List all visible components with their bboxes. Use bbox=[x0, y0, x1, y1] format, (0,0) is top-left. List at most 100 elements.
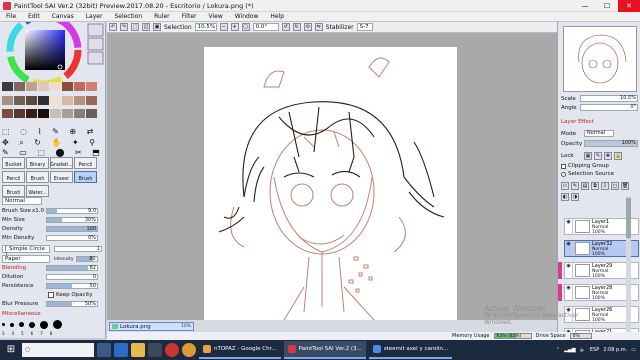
menu-selection[interactable]: Selection bbox=[108, 13, 148, 20]
color-wheel[interactable] bbox=[0, 22, 106, 82]
color-swatch[interactable] bbox=[14, 95, 25, 105]
language-indicator[interactable]: ESP bbox=[590, 347, 599, 353]
tray-chevron-icon[interactable]: ⌃ bbox=[556, 347, 560, 353]
task-view-icon[interactable] bbox=[97, 343, 111, 357]
draw-tools-row[interactable]: ✎ ▭ ⬚ ⬤ ✂ ⬒ bbox=[2, 148, 104, 157]
new-folder-icon[interactable]: ▤ bbox=[581, 182, 589, 190]
media-player-icon[interactable] bbox=[165, 343, 179, 357]
color-swatch[interactable] bbox=[62, 109, 73, 119]
layer-list-scrollbar[interactable] bbox=[626, 196, 631, 338]
zoom-in-icon[interactable]: + bbox=[230, 23, 239, 31]
color-swatch[interactable] bbox=[62, 82, 73, 91]
layer-mode-select[interactable]: Normal bbox=[584, 130, 614, 137]
brush-shape-slider[interactable]: 1 bbox=[54, 246, 102, 252]
file-explorer-icon[interactable] bbox=[131, 343, 145, 357]
brush-water[interactable]: Water... bbox=[26, 185, 49, 197]
taskbar-task[interactable]: steemit axel y carolin... bbox=[368, 341, 453, 359]
size-preset-dot[interactable] bbox=[19, 322, 24, 327]
size-preset-dot[interactable] bbox=[29, 321, 35, 328]
minimize-button[interactable]: — bbox=[574, 0, 596, 12]
visibility-eye-icon[interactable]: ◉ bbox=[565, 241, 573, 256]
undo-icon[interactable]: ↶ bbox=[109, 23, 117, 31]
color-swatch[interactable] bbox=[86, 95, 97, 105]
min-size-slider[interactable]: 30% bbox=[46, 217, 98, 223]
layer-mask-icon[interactable]: ◐ bbox=[561, 193, 569, 201]
menu-ruler[interactable]: Ruler bbox=[148, 13, 176, 20]
color-swatch[interactable] bbox=[38, 82, 49, 91]
select-all-icon[interactable]: ◫ bbox=[142, 23, 150, 31]
brush-size-slider[interactable]: 9.0 bbox=[46, 208, 98, 214]
visibility-eye-icon[interactable]: ◉ bbox=[565, 285, 573, 300]
blending-slider[interactable]: 82 bbox=[46, 265, 98, 271]
miscellaneous-section-header[interactable]: Miscellaneous bbox=[2, 311, 41, 317]
brush-shape-select[interactable]: [ Simple Circle ] bbox=[2, 245, 50, 258]
color-swatch[interactable] bbox=[14, 109, 25, 119]
rotate-left-icon[interactable]: ↺ bbox=[281, 23, 290, 31]
menu-canvas[interactable]: Canvas bbox=[46, 13, 80, 20]
layer-scroll-thumb[interactable] bbox=[626, 198, 631, 238]
color-swatch[interactable] bbox=[86, 82, 97, 91]
color-swatch[interactable] bbox=[74, 95, 85, 105]
color-swatch[interactable] bbox=[74, 109, 85, 119]
taskbar-search-box[interactable] bbox=[22, 343, 94, 357]
menu-filter[interactable]: Filter bbox=[176, 13, 203, 20]
brush-pencil[interactable]: Pencil bbox=[2, 171, 25, 183]
close-button[interactable]: ✕ bbox=[618, 0, 640, 12]
copy-layer-icon[interactable]: ⧉ bbox=[591, 182, 599, 190]
new-linework-layer-icon[interactable]: ✎ bbox=[571, 182, 579, 190]
taskbar-task[interactable]: PaintTool SAI Ver.2 (3... bbox=[283, 341, 366, 359]
new-layer-icon[interactable]: ▭ bbox=[561, 182, 569, 190]
opacity-slider[interactable]: 100% bbox=[584, 140, 638, 147]
lock-move-icon[interactable]: ✥ bbox=[604, 152, 612, 160]
network-icon[interactable]: ▂▄▆ bbox=[564, 347, 576, 353]
color-swatch[interactable] bbox=[38, 95, 49, 105]
stabilizer-select[interactable]: S-7 bbox=[356, 23, 373, 31]
color-swatch[interactable] bbox=[38, 109, 49, 119]
color-swatch[interactable] bbox=[62, 95, 73, 105]
navigator-preview[interactable] bbox=[563, 26, 637, 92]
view-tools-row[interactable]: ✥ ⌕ ↻ ✋ ✦ ⚲ bbox=[2, 138, 99, 148]
keep-opacity-checkbox[interactable] bbox=[48, 292, 54, 298]
apply-mask-icon[interactable]: ◑ bbox=[571, 193, 579, 201]
brush-binary[interactable]: Binary bbox=[26, 157, 49, 169]
blending-section-header[interactable]: Blending bbox=[2, 265, 46, 271]
edge-browser-icon[interactable] bbox=[114, 343, 128, 357]
min-density-slider[interactable]: 0% bbox=[46, 235, 98, 241]
rotate-reset-icon[interactable]: ⟲ bbox=[303, 23, 312, 31]
canvas-workspace[interactable] bbox=[107, 33, 557, 321]
color-swatch[interactable] bbox=[14, 82, 25, 91]
document-tab[interactable]: Lokura.png 10% bbox=[109, 322, 194, 331]
color-swatch[interactable] bbox=[50, 95, 61, 105]
menu-help[interactable]: Help bbox=[264, 13, 290, 20]
selection-source-checkbox[interactable] bbox=[561, 171, 566, 177]
color-swatch[interactable] bbox=[26, 95, 37, 105]
menu-file[interactable]: File bbox=[0, 13, 22, 20]
blur-pressure-slider[interactable]: 50% bbox=[46, 301, 98, 307]
brush-size-presets[interactable] bbox=[2, 320, 62, 329]
color-swatches[interactable] bbox=[2, 82, 102, 122]
lock-all-icon[interactable]: 🔒 bbox=[614, 152, 622, 160]
brush-brush-selected[interactable]: Brush bbox=[74, 171, 97, 183]
clipping-group-checkbox[interactable] bbox=[561, 163, 566, 169]
angle-slider[interactable]: 0° bbox=[580, 104, 638, 111]
size-preset-dot[interactable] bbox=[2, 323, 5, 326]
clear-layer-icon[interactable]: ◻ bbox=[611, 182, 619, 190]
maximize-button[interactable]: ☐ bbox=[596, 0, 618, 12]
merge-down-icon[interactable]: ⇩ bbox=[601, 182, 609, 190]
volume-icon[interactable]: 🔈 bbox=[580, 347, 586, 353]
brush-size-multiplier[interactable]: x1.0 bbox=[32, 208, 46, 214]
visibility-eye-icon[interactable]: ◉ bbox=[565, 263, 573, 278]
delete-layer-icon[interactable]: 🗑 bbox=[621, 182, 629, 190]
brush-brush[interactable]: Brush bbox=[26, 171, 49, 183]
blend-mode-select[interactable]: Normal bbox=[2, 197, 42, 205]
dilution-slider[interactable]: 0 bbox=[46, 274, 98, 280]
color-swatch[interactable] bbox=[86, 109, 97, 119]
color-swatch[interactable] bbox=[2, 82, 13, 91]
chrome-icon[interactable] bbox=[182, 343, 196, 357]
scale-slider[interactable]: 10.5% bbox=[580, 95, 638, 102]
notifications-icon[interactable]: ▭ bbox=[631, 347, 636, 353]
color-swatch[interactable] bbox=[2, 95, 13, 105]
menu-edit[interactable]: Edit bbox=[22, 13, 46, 20]
menu-view[interactable]: View bbox=[202, 13, 228, 20]
rotate-right-icon[interactable]: ↻ bbox=[292, 23, 301, 31]
